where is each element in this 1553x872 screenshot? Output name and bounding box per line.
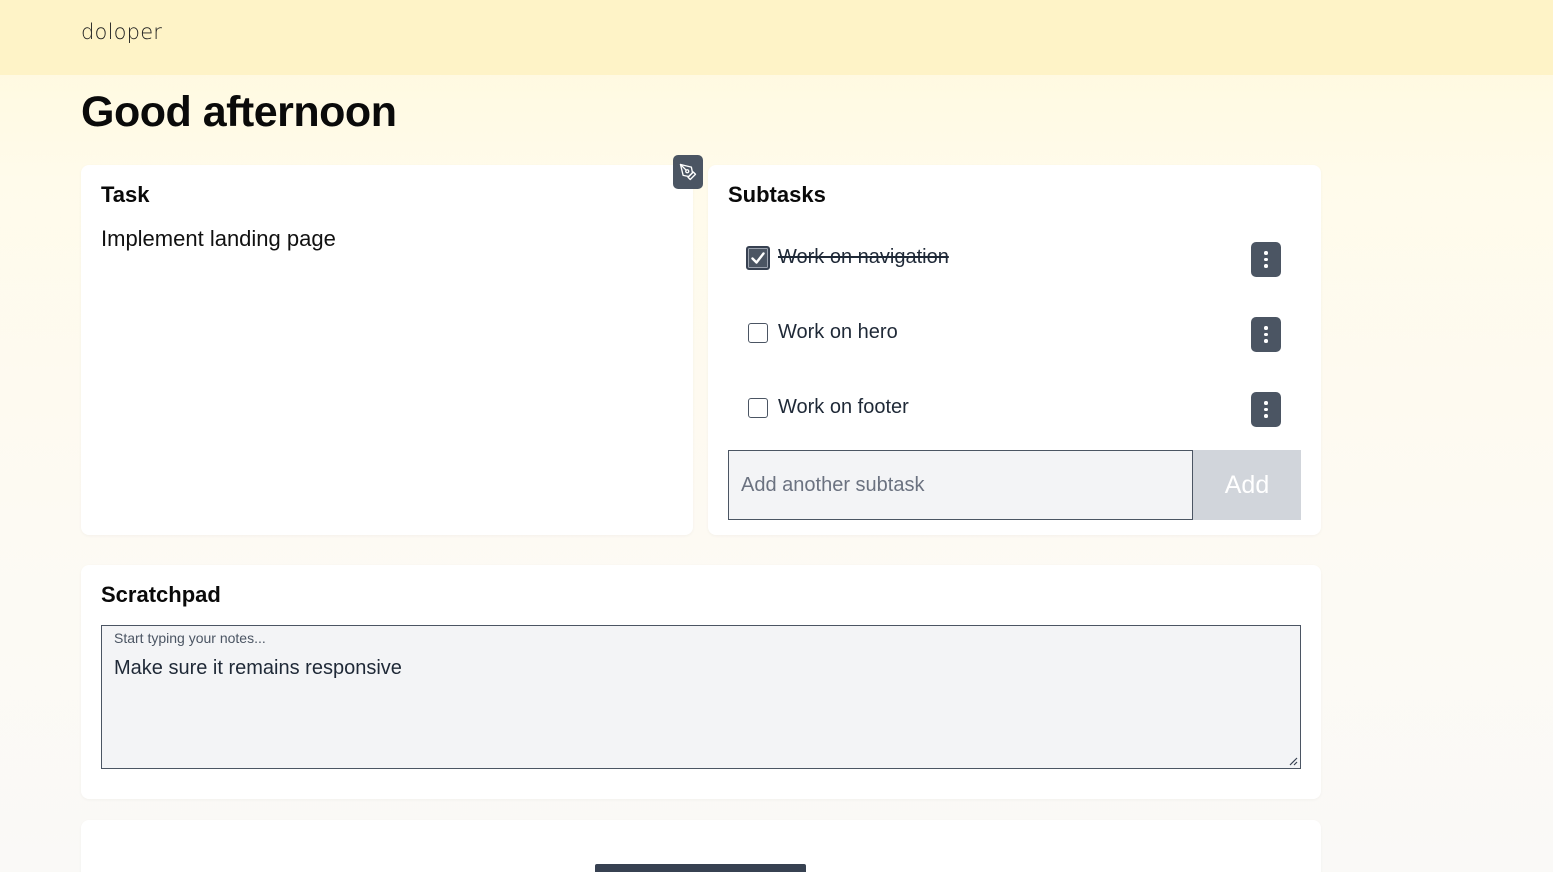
page-greeting: Good afternoon: [81, 88, 397, 136]
subtask-label[interactable]: Work on navigation: [778, 246, 949, 269]
subtask-menu-button[interactable]: [1251, 392, 1281, 427]
subtask-label[interactable]: Work on hero: [778, 321, 898, 344]
kebab-menu-icon: [1264, 401, 1268, 405]
kebab-menu-icon: [1264, 326, 1268, 330]
app-logo[interactable]: doloper: [81, 20, 162, 44]
add-subtask-input[interactable]: [728, 450, 1193, 520]
resize-grip-icon[interactable]: [1288, 756, 1298, 766]
subtask-menu-button[interactable]: [1251, 317, 1281, 352]
bottom-card: [81, 820, 1321, 872]
task-text: Implement landing page: [101, 226, 336, 251]
task-card: Task Implement landing page: [81, 165, 693, 535]
subtask-checkbox[interactable]: [748, 323, 768, 343]
bottom-action-button[interactable]: [595, 864, 806, 872]
scratchpad-card: Scratchpad Start typing your notes... Ma…: [81, 565, 1321, 799]
add-subtask-button[interactable]: Add: [1193, 450, 1301, 520]
scratchpad-text: Make sure it remains responsive: [114, 657, 402, 679]
subtask-label[interactable]: Work on footer: [778, 396, 909, 419]
subtasks-card-title: Subtasks: [728, 182, 826, 207]
edit-task-button[interactable]: [673, 155, 703, 189]
subtask-row: Work on hero: [744, 312, 1285, 352]
subtasks-card: Subtasks Work on navigation Work on hero…: [708, 165, 1321, 535]
task-card-title: Task: [101, 182, 150, 207]
subtask-menu-button[interactable]: [1251, 242, 1281, 277]
checkmark-icon: [751, 252, 765, 264]
subtask-row: Work on footer: [744, 387, 1285, 427]
top-bar: doloper: [0, 0, 1553, 75]
kebab-menu-icon: [1264, 251, 1268, 255]
subtask-checkbox[interactable]: [746, 246, 770, 270]
subtask-checkbox[interactable]: [748, 398, 768, 418]
scratchpad-title: Scratchpad: [101, 582, 221, 607]
subtask-row: Work on navigation: [744, 237, 1285, 277]
scratchpad-textarea[interactable]: Start typing your notes... Make sure it …: [101, 625, 1301, 769]
pen-icon: [679, 163, 697, 181]
scratchpad-placeholder: Start typing your notes...: [114, 630, 266, 646]
